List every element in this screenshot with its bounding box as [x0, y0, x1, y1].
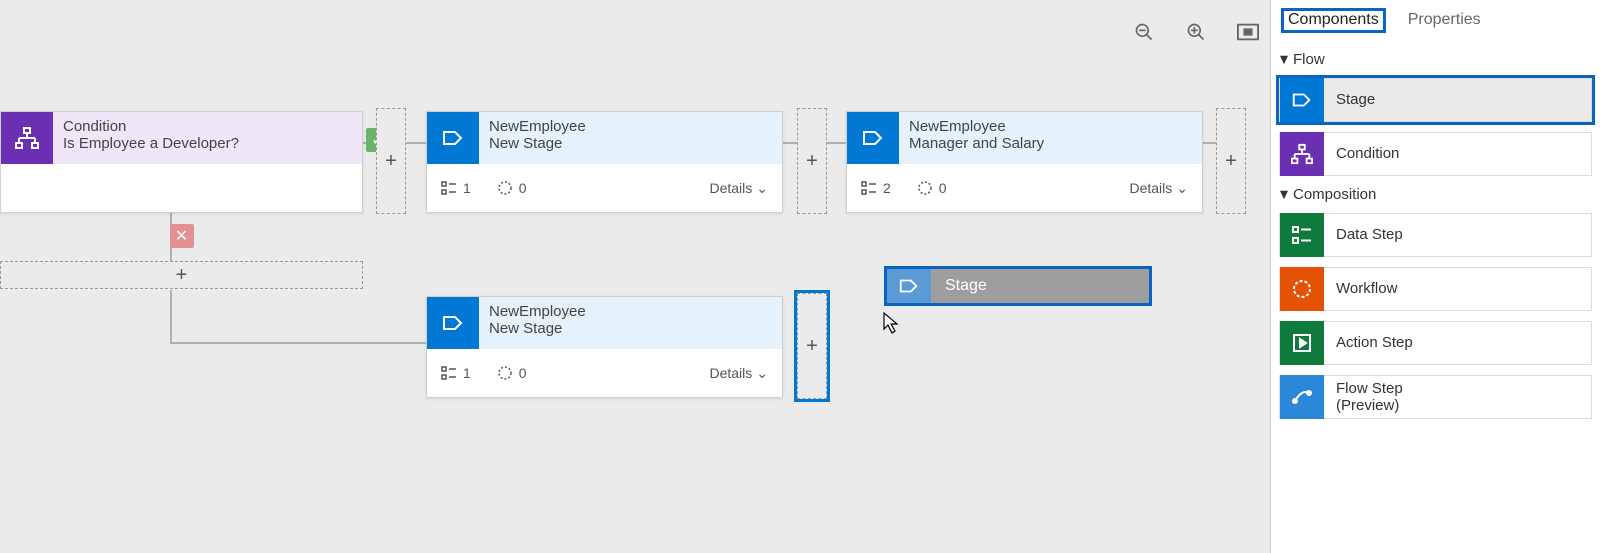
drop-zone[interactable]: + — [376, 108, 406, 214]
drag-ghost-stage[interactable]: Stage — [884, 266, 1152, 306]
component-label: Stage — [1324, 91, 1375, 108]
condition-subtitle: Is Employee a Developer? — [53, 135, 249, 160]
drop-plus-label: + — [176, 264, 188, 287]
drop-plus-label: + — [1225, 150, 1237, 173]
component-flow-step[interactable]: Flow Step (Preview) — [1279, 375, 1592, 419]
drag-ghost-label: Stage — [945, 277, 987, 295]
tab-properties[interactable]: Properties — [1408, 11, 1481, 29]
zoom-in-icon[interactable] — [1184, 20, 1208, 44]
component-action-step[interactable]: Action Step — [1279, 321, 1592, 365]
chevron-down-icon: ⌄ — [756, 365, 768, 382]
stage-title: NewEmployee — [489, 118, 586, 135]
connector-line — [170, 342, 426, 344]
chevron-down-icon: ⌄ — [756, 180, 768, 197]
component-label: Action Step — [1324, 334, 1413, 351]
steps-count: 1 — [441, 365, 471, 381]
drop-zone[interactable]: + — [797, 108, 827, 214]
drop-zone[interactable]: + — [0, 261, 363, 289]
fit-screen-icon[interactable] — [1236, 20, 1260, 44]
drop-plus-label: + — [806, 335, 818, 358]
chevron-down-icon: ⌄ — [1176, 180, 1188, 197]
stage-title: NewEmployee — [489, 303, 586, 320]
condition-icon — [1280, 132, 1324, 176]
stage-card[interactable]: NewEmployee New Stage 1 0 Details ⌄ — [426, 111, 783, 213]
stage-icon — [1280, 78, 1324, 122]
components-panel: Components Properties Flow Stage Conditi… — [1270, 0, 1600, 553]
stage-title: NewEmployee — [909, 118, 1044, 135]
condition-card[interactable]: Condition Is Employee a Developer? ✓ ✕ — [0, 111, 363, 213]
stage-icon — [427, 297, 479, 349]
component-label: Condition — [1324, 145, 1399, 162]
tab-components[interactable]: Components — [1281, 8, 1386, 33]
component-label: Data Step — [1324, 226, 1403, 243]
cursor-icon — [883, 312, 901, 334]
stage-subtitle: New Stage — [489, 135, 586, 152]
stage-subtitle: Manager and Salary — [909, 135, 1044, 152]
condition-title: Condition — [53, 112, 249, 135]
stage-icon — [427, 112, 479, 164]
workflow-count: 0 — [497, 365, 527, 381]
zoom-out-icon[interactable] — [1132, 20, 1156, 44]
caret-down-icon — [1280, 55, 1288, 63]
drop-plus-label: + — [806, 150, 818, 173]
component-stage[interactable]: Stage — [1279, 78, 1592, 122]
action-step-icon — [1280, 321, 1324, 365]
data-step-icon — [1280, 213, 1324, 257]
component-label: Workflow — [1324, 280, 1397, 297]
component-label: Flow Step (Preview) — [1324, 380, 1403, 415]
section-flow[interactable]: Flow — [1281, 51, 1592, 68]
steps-count: 2 — [861, 180, 891, 196]
condition-icon — [1, 112, 53, 164]
stage-icon — [887, 269, 931, 303]
component-workflow[interactable]: Workflow — [1279, 267, 1592, 311]
drop-zone-active[interactable]: + — [797, 293, 827, 399]
details-toggle[interactable]: Details ⌄ — [709, 180, 768, 197]
workflow-icon — [1280, 267, 1324, 311]
steps-count: 1 — [441, 180, 471, 196]
stage-icon — [847, 112, 899, 164]
component-data-step[interactable]: Data Step — [1279, 213, 1592, 257]
details-toggle[interactable]: Details ⌄ — [709, 365, 768, 382]
connector-line — [170, 290, 172, 343]
stage-subtitle: New Stage — [489, 320, 586, 337]
workflow-count: 0 — [917, 180, 947, 196]
details-toggle[interactable]: Details ⌄ — [1129, 180, 1188, 197]
stage-card[interactable]: NewEmployee Manager and Salary 2 0 Detai… — [846, 111, 1203, 213]
component-condition[interactable]: Condition — [1279, 132, 1592, 176]
section-composition[interactable]: Composition — [1281, 186, 1592, 203]
drop-zone[interactable]: + — [1216, 108, 1246, 214]
drop-plus-label: + — [385, 150, 397, 173]
close-icon[interactable]: ✕ — [170, 224, 194, 248]
canvas-toolbar — [1132, 20, 1260, 44]
stage-card[interactable]: NewEmployee New Stage 1 0 Details ⌄ — [426, 296, 783, 398]
designer-canvas[interactable]: Condition Is Employee a Developer? ✓ ✕ +… — [0, 0, 1270, 553]
caret-down-icon — [1280, 190, 1288, 198]
flow-step-icon — [1280, 375, 1324, 419]
workflow-count: 0 — [497, 180, 527, 196]
